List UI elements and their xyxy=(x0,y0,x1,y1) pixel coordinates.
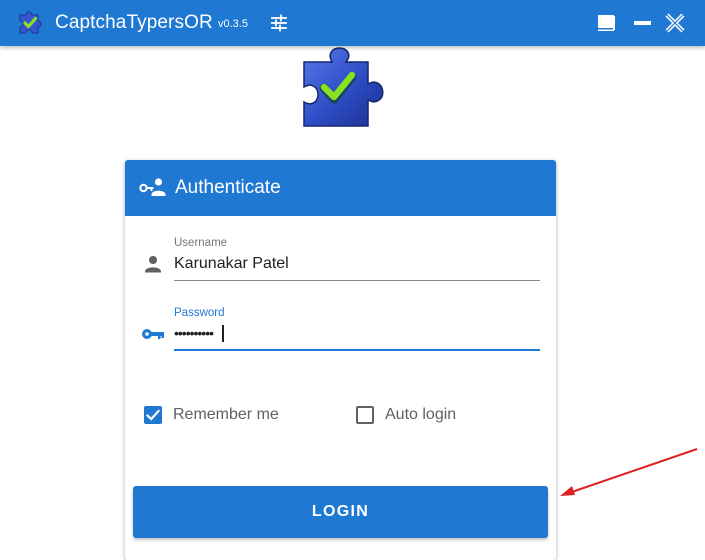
close-icon[interactable] xyxy=(663,11,687,35)
key-person-icon xyxy=(139,178,166,196)
tune-icon[interactable] xyxy=(270,14,288,32)
restore-icon[interactable] xyxy=(594,11,618,35)
username-label: Username xyxy=(174,237,228,249)
minimize-icon[interactable] xyxy=(631,11,655,35)
username-input[interactable] xyxy=(174,254,540,274)
login-button[interactable]: LOGIN xyxy=(133,486,548,538)
text-caret xyxy=(222,325,224,342)
app-title: CaptchaTypersOR xyxy=(55,12,213,33)
password-label: Password xyxy=(174,307,225,319)
annotation-arrow-icon xyxy=(560,448,698,496)
card-header: Authenticate xyxy=(125,160,556,216)
auto-login-label[interactable]: Auto login xyxy=(385,405,456,425)
card-title: Authenticate xyxy=(175,177,281,198)
app-version: v0.3.5 xyxy=(218,18,248,30)
remember-me-checkbox[interactable] xyxy=(144,406,162,424)
password-input[interactable]: •••••••••• xyxy=(174,323,540,343)
auto-login-checkbox[interactable] xyxy=(356,406,374,424)
username-underline xyxy=(174,280,540,281)
checkmark-icon xyxy=(145,409,161,421)
puzzle-check-icon xyxy=(303,47,384,127)
person-icon xyxy=(145,256,161,273)
auth-card: Authenticate Username Password •••••••••… xyxy=(125,160,556,560)
puzzle-check-icon xyxy=(19,11,42,34)
remember-me-label[interactable]: Remember me xyxy=(173,405,279,425)
password-underline xyxy=(174,349,540,351)
key-icon xyxy=(142,329,164,339)
title-bar: CaptchaTypersOR v0.3.5 xyxy=(0,0,705,46)
